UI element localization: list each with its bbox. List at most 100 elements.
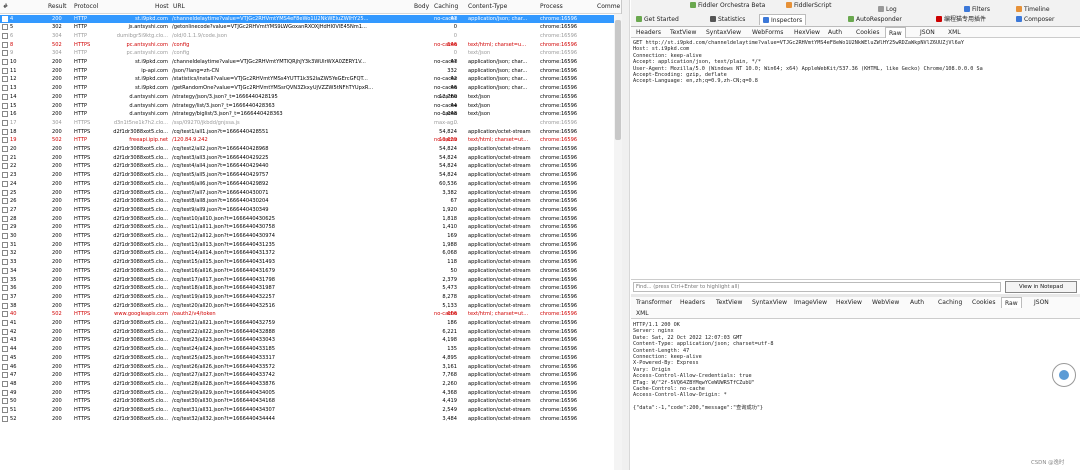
session-row[interactable]: 32 200 HTTPS d2f1dr3088xot5.clo... /cq/test1… xyxy=(0,249,614,258)
session-row[interactable]: 38 200 HTTPS d2f1dr3088xot5.clo... /cq/test2… xyxy=(0,302,614,311)
session-row[interactable]: 43 200 HTTPS d2f1dr3088xot5.clo... /cq/test2… xyxy=(0,336,614,345)
session-host: d2f1dr3088xot5.clo... xyxy=(113,354,168,361)
session-row[interactable]: 51 200 HTTPS d2f1dr3088xot5.clo... /cq/test3… xyxy=(0,406,614,415)
session-row[interactable]: 6 304 HTTP dumibgr5i9ktg.clo... /old/0.1.1.9… xyxy=(0,32,614,41)
col-protocol[interactable]: Protocol xyxy=(74,3,98,10)
tab-textview[interactable]: TextView xyxy=(667,27,699,38)
tab-label: Transformer xyxy=(636,299,673,306)
session-row[interactable]: 11 200 HTTP ip-api.com/json/?lang=zh-CN 332 a… xyxy=(0,67,614,76)
tab-webforms[interactable]: WebForms xyxy=(749,27,786,38)
tab-composer[interactable]: Composer xyxy=(1013,14,1057,25)
session-row[interactable]: 28 200 HTTPS d2f1dr3088xot5.clo... /cq/test1… xyxy=(0,215,614,224)
tab-headers[interactable]: Headers xyxy=(677,297,708,308)
col-num[interactable]: # xyxy=(3,3,8,10)
session-row[interactable]: 35 200 HTTPS d2f1dr3088xot5.clo... /cq/test1… xyxy=(0,276,614,285)
response-tab-xml[interactable]: XML xyxy=(633,308,652,319)
view-in-notepad-button[interactable]: View in Notepad xyxy=(1005,281,1077,293)
tab-cookies[interactable]: Cookies xyxy=(853,27,883,38)
session-row[interactable]: 29 200 HTTPS d2f1dr3088xot5.clo... /cq/test1… xyxy=(0,223,614,232)
session-type-icon xyxy=(2,93,8,100)
session-row[interactable]: 14 200 HTTP d.antsyshi.com/strategy/json/3.… xyxy=(0,93,614,102)
session-row[interactable]: 31 200 HTTPS d2f1dr3088xot5.clo... /cq/test1… xyxy=(0,241,614,250)
floating-assistant-icon[interactable] xyxy=(1052,363,1076,387)
tab-syntaxview[interactable]: SyntaxView xyxy=(749,297,790,308)
session-row[interactable]: 5 302 HTTP js.antsyshi.com/getonlinecode?va… xyxy=(0,23,614,32)
tab-imageview[interactable]: ImageView xyxy=(791,297,830,308)
session-row[interactable]: 36 200 HTTPS d2f1dr3088xot5.clo... /cq/test1… xyxy=(0,284,614,293)
session-row[interactable]: 15 200 HTTP d.antsyshi.com/strategy/list/3.… xyxy=(0,102,614,111)
tab-auth[interactable]: Auth xyxy=(907,297,927,308)
session-row[interactable]: 40 502 HTTPS www.googleapis.com/oauth2/v4/t… xyxy=(0,310,614,319)
session-type-icon xyxy=(2,363,8,370)
col-result[interactable]: Result xyxy=(48,3,67,10)
tab-textview[interactable]: TextView xyxy=(713,297,745,308)
col-caching[interactable]: Caching xyxy=(434,3,458,10)
session-row[interactable]: 25 200 HTTPS d2f1dr3088xot5.clo... /cq/test7… xyxy=(0,189,614,198)
session-row[interactable]: 46 200 HTTPS d2f1dr3088xot5.clo... /cq/test2… xyxy=(0,363,614,372)
tab-webview[interactable]: WebView xyxy=(869,297,902,308)
tab-autoresponder[interactable]: AutoResponder xyxy=(845,14,905,25)
tab-headers[interactable]: Headers xyxy=(633,27,664,38)
session-list-scrollbar-thumb[interactable] xyxy=(615,20,621,140)
tab--[interactable]: 编程猫专用插件 xyxy=(933,14,989,25)
session-row[interactable]: 52 200 HTTPS d2f1dr3088xot5.clo... /cq/test3… xyxy=(0,415,614,424)
session-row[interactable]: 48 200 HTTPS d2f1dr3088xot5.clo... /cq/test2… xyxy=(0,380,614,389)
tab-hexview[interactable]: HexView xyxy=(791,27,823,38)
session-row[interactable]: 10 200 HTTP st.i9pkd.com/channeldelaytime?v… xyxy=(0,58,614,67)
session-row[interactable]: 44 200 HTTPS d2f1dr3088xot5.clo... /cq/test2… xyxy=(0,345,614,354)
tab-syntaxview[interactable]: SyntaxView xyxy=(703,27,744,38)
session-row[interactable]: 16 200 HTTP d.antsyshi.com/strategy/biglist… xyxy=(0,110,614,119)
session-row[interactable]: 47 200 HTTPS d2f1dr3088xot5.clo... /cq/test2… xyxy=(0,371,614,380)
col-body[interactable]: Body xyxy=(414,3,429,10)
col-host[interactable]: Host xyxy=(155,3,169,10)
session-row[interactable]: 9 304 HTTP pc.antsyshi.com/config 0 text/json… xyxy=(0,49,614,58)
session-result: 200 xyxy=(52,241,62,248)
tab-raw[interactable]: Raw xyxy=(1001,297,1022,308)
tab-raw[interactable]: Raw xyxy=(885,27,906,38)
tab-hexview[interactable]: HexView xyxy=(833,297,865,308)
tab-get-started[interactable]: Get Started xyxy=(633,14,682,25)
session-row[interactable]: 45 200 HTTPS d2f1dr3088xot5.clo... /cq/test2… xyxy=(0,354,614,363)
tab-auth[interactable]: Auth xyxy=(825,27,845,38)
session-row[interactable]: 19 502 HTTP freeapi.ipip.net/120.84.9.242 19… xyxy=(0,136,614,145)
session-row[interactable]: 42 200 HTTPS d2f1dr3088xot5.clo... /cq/test2… xyxy=(0,328,614,337)
session-result: 200 xyxy=(52,93,62,100)
tab-transformer[interactable]: Transformer xyxy=(633,297,675,308)
session-protocol: HTTPS xyxy=(74,180,91,187)
tab-json[interactable]: JSON xyxy=(1031,297,1052,308)
col-content-type[interactable]: Content-Type xyxy=(468,3,507,10)
session-row[interactable]: 50 200 HTTPS d2f1dr3088xot5.clo... /cq/test3… xyxy=(0,397,614,406)
session-row[interactable]: 4 200 HTTP st.i9pkd.com/channeldelaytime?va… xyxy=(0,14,614,24)
session-row[interactable]: 33 200 HTTPS d2f1dr3088xot5.clo... /cq/test1… xyxy=(0,258,614,267)
session-row[interactable]: 27 200 HTTPS d2f1dr3088xot5.clo... /cq/test9… xyxy=(0,206,614,215)
fiddler-window: # Result Protocol Host URL Body Caching … xyxy=(0,0,1080,470)
col-comments[interactable]: Comme xyxy=(597,3,620,10)
session-row[interactable]: 30 200 HTTPS d2f1dr3088xot5.clo... /cq/test1… xyxy=(0,232,614,241)
session-row[interactable]: 22 200 HTTPS d2f1dr3088xot5.clo... /cq/test4… xyxy=(0,162,614,171)
session-row[interactable]: 8 502 HTTPS pc.antsyshi.com/config 546 no-cac… xyxy=(0,41,614,50)
session-row[interactable]: 37 200 HTTPS d2f1dr3088xot5.clo... /cq/test1… xyxy=(0,293,614,302)
col-url[interactable]: URL xyxy=(173,3,185,10)
tab-xml[interactable]: XML xyxy=(945,27,964,38)
find-input[interactable]: Find... (press Ctrl+Enter to highlight a… xyxy=(633,282,1001,292)
session-row[interactable]: 49 200 HTTPS d2f1dr3088xot5.clo... /cq/test2… xyxy=(0,389,614,398)
session-row[interactable]: 17 304 HTTPS d3n1t5ne1k7h2.clo... /ssp/09270… xyxy=(0,119,614,128)
session-row[interactable]: 21 200 HTTPS d2f1dr3088xot5.clo... /cq/test3… xyxy=(0,154,614,163)
session-row[interactable]: 20 200 HTTPS d2f1dr3088xot5.clo... /cq/test2… xyxy=(0,145,614,154)
tab-caching[interactable]: Caching xyxy=(935,297,965,308)
session-list[interactable]: # Result Protocol Host URL Body Caching … xyxy=(0,0,622,470)
session-row[interactable]: 24 200 HTTPS d2f1dr3088xot5.clo... /cq/test6… xyxy=(0,180,614,189)
tab-cookies[interactable]: Cookies xyxy=(969,297,999,308)
session-row[interactable]: 12 200 HTTP st.i9pkd.com/statistics/install… xyxy=(0,75,614,84)
session-row[interactable]: 13 200 HTTP st.i9pkd.com/getRandomOne?value… xyxy=(0,84,614,93)
session-row[interactable]: 23 200 HTTPS d2f1dr3088xot5.clo... /cq/test5… xyxy=(0,171,614,180)
tab-json[interactable]: JSON xyxy=(917,27,938,38)
tab-statistics[interactable]: Statistics xyxy=(707,14,748,25)
pane-splitter[interactable] xyxy=(622,0,630,470)
tab-inspectors[interactable]: Inspectors xyxy=(759,14,807,25)
session-row[interactable]: 18 200 HTTPS d2f1dr3088xot5.clo... /cq/test1… xyxy=(0,128,614,137)
col-process[interactable]: Process xyxy=(540,3,563,10)
session-row[interactable]: 34 200 HTTPS d2f1dr3088xot5.clo... /cq/test1… xyxy=(0,267,614,276)
session-row[interactable]: 26 200 HTTPS d2f1dr3088xot5.clo... /cq/test8… xyxy=(0,197,614,206)
session-row[interactable]: 41 200 HTTPS d2f1dr3088xot5.clo... /cq/test2… xyxy=(0,319,614,328)
